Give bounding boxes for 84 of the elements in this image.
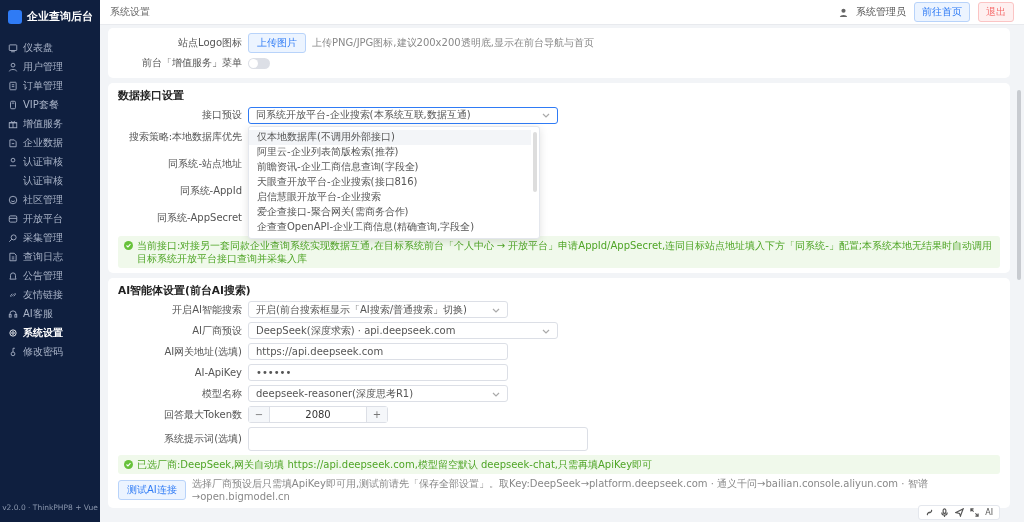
link-icon[interactable] [925, 508, 935, 517]
field-label: AI网关地址(选填) [163, 344, 242, 359]
select-field[interactable]: 开启(前台搜索框显示「AI搜索/普通搜索」切换) [248, 301, 508, 318]
send-icon[interactable] [955, 508, 965, 517]
dropdown-option[interactable]: 阿里云-企业列表简版检索(推荐) [249, 144, 531, 160]
menu-item-icon [8, 61, 18, 72]
logo-icon [8, 10, 22, 24]
sidebar-item[interactable]: 采集管理 [0, 228, 100, 247]
sidebar-item[interactable]: VIP套餐 [0, 95, 100, 114]
section-title: 数据接口设置 [118, 88, 185, 103]
field-label: AI-ApiKey [193, 367, 242, 378]
field-label: 同系统-AppSecret [155, 211, 242, 225]
toolbar-label[interactable]: AI [985, 508, 993, 517]
user-icon [839, 7, 848, 17]
menu-item-icon [8, 327, 18, 338]
check-circle-icon [124, 460, 133, 469]
menu-item-icon [8, 156, 18, 167]
menu-item-icon [8, 308, 18, 319]
sidebar-item[interactable]: 修改密码 [0, 342, 100, 361]
sidebar-item[interactable]: 用户管理 [0, 57, 100, 76]
sidebar-item[interactable]: 友情链接 [0, 285, 100, 304]
menu-item-icon [8, 118, 18, 129]
sidebar-item[interactable]: 开放平台 [0, 209, 100, 228]
dropdown-option[interactable]: 企查查OpenAPI-企业工商信息(精确查询,字段全) [249, 219, 531, 235]
user-name: 系统管理员 [856, 5, 906, 19]
dropdown-option[interactable]: 前瞻资讯-企业工商信息查询(字段全) [249, 159, 531, 175]
dropdown-option[interactable]: 启信慧眼开放平台-企业搜索 [249, 189, 531, 205]
menu-item-icon [8, 99, 18, 110]
upload-hint: 上传PNG/JPG图标,建议200x200透明底,显示在前台导航与首页 [312, 36, 594, 50]
menu-item-icon [8, 232, 18, 243]
dropdown-option[interactable]: 仅本地数据库(不调用外部接口) [249, 129, 531, 145]
menu-item-icon [8, 346, 18, 357]
field-label: 回答最大Token数 [162, 407, 242, 422]
textarea-field[interactable] [248, 427, 588, 451]
field-label: 模型名称 [201, 386, 242, 401]
sidebar-item[interactable]: 认证审核 [0, 171, 100, 190]
field-label: 系统提示词(选填) [163, 432, 242, 446]
field-label: 前台「增值服务」菜单 [141, 56, 242, 70]
menu-item-icon [8, 80, 18, 91]
menu-item-icon [8, 270, 18, 281]
field-label: 同系统-AppId [178, 184, 242, 198]
field-label: 接口预设 [201, 108, 242, 122]
dropdown-option[interactable]: 爱企查接口-聚合网关(需商务合作) [249, 204, 531, 220]
field-label: 站点Logo图标 [177, 36, 242, 50]
sidebar-item[interactable]: 系统设置 [0, 323, 100, 342]
menu-item-icon [8, 194, 18, 205]
toggle-switch[interactable] [248, 57, 270, 69]
field-label: 同系统-站点地址 [167, 157, 242, 171]
select-field[interactable]: 同系统开放平台-企业搜索(本系统互联,数据互通) [248, 106, 558, 124]
field-label: 搜索策略:本地数据库优先 [127, 130, 242, 144]
sidebar-item[interactable]: 仪表盘 [0, 38, 100, 57]
help-text: 选择厂商预设后只需填ApiKey即可用,测试前请先「保存全部设置」。取Key:DeepSeek→platform.deepseek.com · 通义千问→bailian.console.aliyun.com · 智谱→open.bigmodel.cn [191, 477, 929, 503]
home-button[interactable]: 前往首页 [914, 2, 970, 22]
input-field[interactable]: •••••• [248, 364, 508, 381]
sidebar-item[interactable]: 公告管理 [0, 266, 100, 285]
sidebar-item[interactable]: 企业数据 [0, 133, 100, 152]
select-field[interactable]: DeepSeek(深度求索) · api.deepseek.com [248, 322, 558, 339]
breadcrumb: 系统设置 [110, 5, 151, 19]
field-label: AI厂商预设 [191, 323, 242, 338]
sidebar-item[interactable]: 查询日志 [0, 247, 100, 266]
test-connection-button[interactable]: 测试AI连接 [118, 480, 186, 500]
field-label: 开启AI智能搜索 [171, 302, 242, 317]
input-field[interactable]: https://api.deepseek.com [248, 343, 508, 360]
menu-item-icon [8, 42, 18, 53]
brand-name: 企业查询后台 [27, 10, 93, 24]
menu-item-icon [8, 213, 18, 224]
dropdown-option[interactable]: 天眼查开放平台-企业搜索(接口816) [249, 174, 531, 190]
sidebar-item[interactable]: 订单管理 [0, 76, 100, 95]
section-title: AI智能体设置(前台AI搜索) [118, 283, 252, 298]
upload-button[interactable]: 上传图片 [248, 33, 306, 53]
menu-item-icon [8, 251, 18, 262]
sidebar-item[interactable]: 认证审核 [0, 152, 100, 171]
notice-text: 已选厂商:DeepSeek,网关自动填 https://api.deepseek.com,模型留空默认 deepseek-chat,只需再填ApiKey即可 [137, 458, 653, 471]
expand-icon[interactable] [970, 508, 980, 517]
check-circle-icon [124, 241, 133, 250]
microphone-icon[interactable] [940, 508, 950, 517]
sidebar-item[interactable]: AI客服 [0, 304, 100, 323]
menu-item-icon [8, 137, 18, 148]
sidebar-item[interactable]: 增值服务 [0, 114, 100, 133]
number-stepper[interactable]: − 2080 + [248, 406, 388, 423]
sidebar-item[interactable]: 社区管理 [0, 190, 100, 209]
select-field[interactable]: deepseek-reasoner(深度思考R1) [248, 385, 508, 402]
caret-icon [542, 111, 550, 119]
notice-text: 当前接口:对接另一套同款企业查询系统实现数据互通,在目标系统前台「个人中心 → 开放平台」申请AppId/AppSecret,连同目标站点地址填入下方「同系统-」配置;本系统本地无结果时自动调用目标系统开放平台接口查询并采集入库 [137, 239, 994, 265]
